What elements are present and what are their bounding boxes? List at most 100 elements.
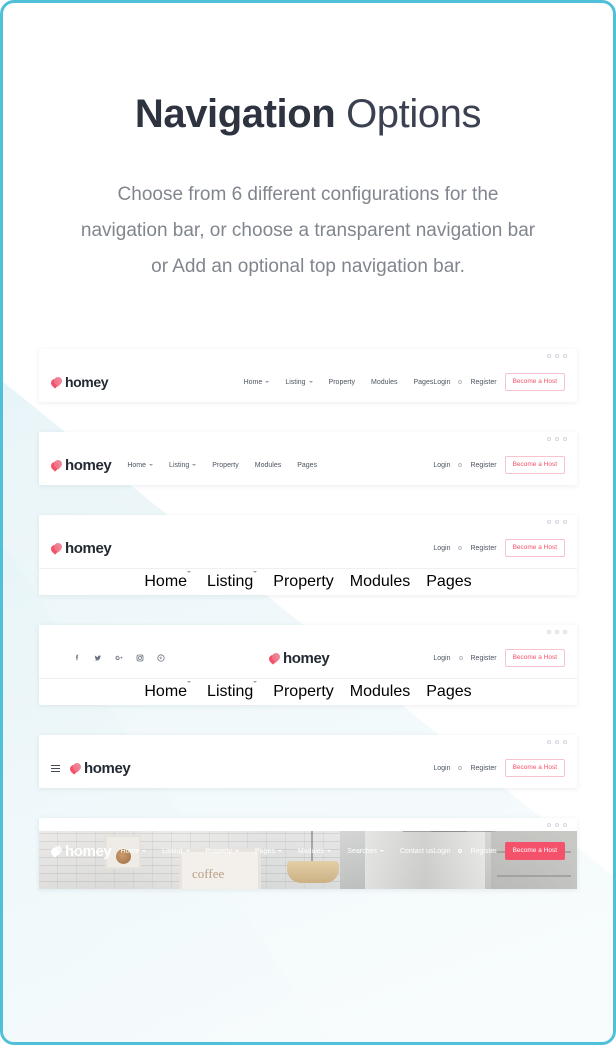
mockup-nav-social-centered-logo[interactable]: homey Login Register Become a Host Home … xyxy=(39,625,577,705)
chevron-down-icon xyxy=(149,464,154,466)
window-dot-icon xyxy=(555,629,559,634)
menu-item-listing[interactable]: Listing xyxy=(162,848,190,855)
menu-item-modules[interactable]: Modules xyxy=(371,379,397,386)
menu-item-property[interactable]: Property xyxy=(329,379,355,386)
menu-item-label: Property xyxy=(273,573,334,590)
chevron-down-icon xyxy=(253,681,258,700)
login-link[interactable]: Login xyxy=(433,379,450,386)
menu-item-label: Pages xyxy=(426,573,472,590)
register-link[interactable]: Register xyxy=(471,655,497,662)
logo-text: homey xyxy=(65,539,112,557)
menu-item-home[interactable]: Home xyxy=(121,848,147,855)
facebook-icon[interactable] xyxy=(73,654,81,662)
browser-bar xyxy=(39,818,577,831)
menu-item-modules[interactable]: Modules xyxy=(298,848,332,855)
window-dot-icon xyxy=(555,353,559,358)
logo[interactable]: homey xyxy=(49,843,112,860)
register-link[interactable]: Register xyxy=(470,462,496,469)
menu-item-label: Pages xyxy=(426,683,472,700)
window-dot-icon xyxy=(563,739,567,744)
window-dot-icon xyxy=(563,519,567,524)
window-dot-icon xyxy=(547,822,551,827)
become-a-host-button[interactable]: Become a Host xyxy=(504,648,566,668)
logo[interactable]: homey xyxy=(68,759,131,777)
window-dot-icon xyxy=(555,739,559,744)
menu-item-pages[interactable]: Pages xyxy=(426,573,471,591)
window-dot-icon xyxy=(563,436,567,441)
menu-item-pages[interactable]: Pages xyxy=(413,379,433,386)
google-plus-icon[interactable] xyxy=(115,654,123,662)
logo[interactable]: homey xyxy=(49,457,112,474)
chevron-down-icon xyxy=(265,381,270,383)
chevron-down-icon xyxy=(379,850,384,852)
primary-menu: Home Listing Property Modules Pages xyxy=(39,678,577,705)
divider-dot-icon xyxy=(458,463,463,467)
navbar-top: homey Login Register Become a Host xyxy=(39,638,577,678)
become-a-host-button[interactable]: Become a Host xyxy=(504,758,565,778)
hamburger-menu-icon[interactable] xyxy=(51,764,60,772)
register-link[interactable]: Register xyxy=(470,379,496,386)
login-link[interactable]: Login xyxy=(433,765,450,772)
login-link[interactable]: Login xyxy=(433,462,450,469)
register-link[interactable]: Register xyxy=(470,545,496,552)
menu-item-property[interactable]: Property xyxy=(273,573,333,591)
menu-item-listing[interactable]: Listing xyxy=(207,681,258,701)
menu-item-label: Listing xyxy=(169,461,190,469)
menu-item-contact-us[interactable]: Contact us xyxy=(400,848,433,855)
logo-text: homey xyxy=(84,759,131,777)
menu-item-modules[interactable]: Modules xyxy=(255,462,281,469)
menu-item-property[interactable]: Property xyxy=(273,683,333,701)
auth-actions: Login Register Become a Host xyxy=(433,372,565,392)
instagram-icon[interactable] xyxy=(136,654,144,662)
mockup-nav-hamburger[interactable]: homey Login Register Become a Host xyxy=(39,735,577,788)
register-link[interactable]: Register xyxy=(470,765,496,772)
login-link[interactable]: Login xyxy=(433,848,450,855)
menu-item-pages[interactable]: Pages xyxy=(297,462,317,469)
mockup-nav-two-row-centered-menu[interactable]: homey Login Register Become a Host Home … xyxy=(39,515,577,595)
login-link[interactable]: Login xyxy=(433,545,450,552)
menu-item-label: Property xyxy=(273,683,334,700)
menu-item-pages[interactable]: Pages xyxy=(426,683,471,701)
menu-item-label: Pages xyxy=(297,461,318,469)
logo[interactable]: homey xyxy=(267,650,330,667)
menu-item-pages[interactable]: Pages xyxy=(255,848,282,855)
menu-item-modules[interactable]: Modules xyxy=(350,573,410,591)
menu-item-listing[interactable]: Listing xyxy=(169,461,197,469)
chevron-down-icon xyxy=(253,571,258,590)
menu-item-listing[interactable]: Listing xyxy=(207,571,258,591)
menu-item-label: Home xyxy=(243,378,263,386)
menu-item-home[interactable]: Home xyxy=(144,681,192,701)
heart-logo-icon xyxy=(49,540,64,555)
twitter-icon[interactable] xyxy=(94,654,102,662)
become-a-host-button[interactable]: Become a Host xyxy=(504,455,565,475)
mockup-nav-right-aligned[interactable]: homey Home Listing Property Modules Page… xyxy=(39,349,577,402)
social-links xyxy=(73,654,165,662)
chevron-down-icon xyxy=(234,850,239,852)
heart-logo-icon xyxy=(267,650,282,665)
page-root: Navigation Options Choose from 6 differe… xyxy=(0,0,616,1045)
menu-item-label: Listing xyxy=(285,378,306,386)
menu-item-property[interactable]: Property xyxy=(206,848,239,855)
menu-item-home[interactable]: Home xyxy=(127,462,154,469)
page-subtitle: Choose from 6 different configurations f… xyxy=(80,184,536,277)
window-dot-icon xyxy=(547,353,551,358)
menu-item-modules[interactable]: Modules xyxy=(350,683,410,701)
become-a-host-button[interactable]: Become a Host xyxy=(504,841,565,861)
become-a-host-button[interactable]: Become a Host xyxy=(504,372,565,392)
logo[interactable]: homey xyxy=(49,374,109,390)
hero-photo-navbar: homey Home Listing Property Pages Module… xyxy=(39,831,577,889)
pinterest-icon[interactable] xyxy=(157,654,165,662)
menu-item-property[interactable]: Property xyxy=(212,462,238,469)
logo[interactable]: homey xyxy=(49,539,112,557)
menu-item-label: Home xyxy=(144,683,188,700)
login-link[interactable]: Login xyxy=(433,655,450,662)
menu-item-searches[interactable]: Searches xyxy=(347,848,384,855)
become-a-host-button[interactable]: Become a Host xyxy=(504,538,565,558)
menu-item-listing[interactable]: Listing xyxy=(285,378,313,386)
mockup-nav-transparent-over-hero[interactable]: homey Home Listing Property Pages Module… xyxy=(39,818,577,889)
menu-item-home[interactable]: Home xyxy=(144,571,192,591)
menu-item-home[interactable]: Home xyxy=(244,379,270,386)
heart-logo-icon xyxy=(49,457,64,472)
register-link[interactable]: Register xyxy=(470,848,496,855)
mockup-nav-left-aligned[interactable]: homey Home Listing Property Modules Page… xyxy=(39,432,577,485)
